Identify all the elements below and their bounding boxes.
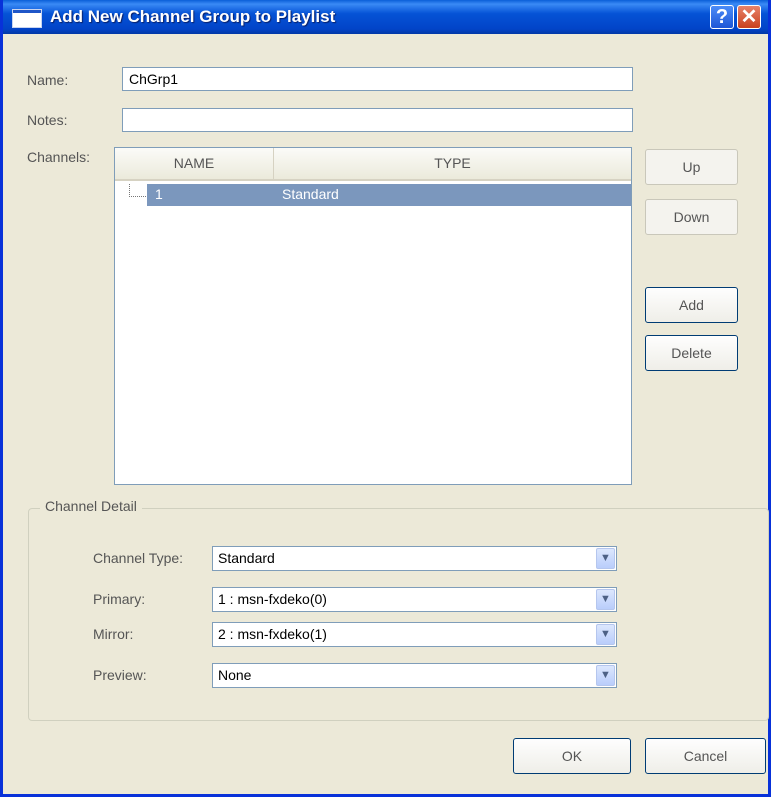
title-bar[interactable]: Add New Channel Group to Playlist ? ✕ xyxy=(3,0,768,34)
ok-button[interactable]: OK xyxy=(513,738,631,774)
window-icon xyxy=(12,9,42,28)
dialog-window: Add New Channel Group to Playlist ? ✕ Na… xyxy=(0,0,771,797)
chevron-down-icon[interactable]: ▼ xyxy=(596,624,615,645)
channel-type-value: Standard xyxy=(218,550,275,566)
preview-label: Preview: xyxy=(93,667,147,683)
mirror-value: 2 : msn-fxdeko(1) xyxy=(218,626,327,642)
window-title: Add New Channel Group to Playlist xyxy=(50,7,336,26)
delete-button[interactable]: Delete xyxy=(645,335,738,371)
mirror-select[interactable]: 2 : msn-fxdeko(1) ▼ xyxy=(212,622,617,647)
primary-label: Primary: xyxy=(93,591,146,607)
help-button[interactable]: ? xyxy=(710,5,734,29)
channel-type-label: Channel Type: xyxy=(93,550,184,566)
column-header-type[interactable]: TYPE xyxy=(274,148,631,179)
row-selection-highlight xyxy=(147,184,631,206)
channel-type-select[interactable]: Standard ▼ xyxy=(212,546,617,571)
up-button[interactable]: Up xyxy=(645,149,738,185)
channels-list[interactable]: NAME TYPE 1 Standard xyxy=(114,147,632,485)
down-button[interactable]: Down xyxy=(645,199,738,235)
channels-label: Channels: xyxy=(27,149,91,165)
close-button[interactable]: ✕ xyxy=(737,5,761,29)
table-row[interactable]: 1 Standard xyxy=(115,184,631,206)
add-button[interactable]: Add xyxy=(645,287,738,323)
chevron-down-icon[interactable]: ▼ xyxy=(596,665,615,686)
channel-detail-title: Channel Detail xyxy=(40,498,142,514)
preview-select[interactable]: None ▼ xyxy=(212,663,617,688)
cancel-button[interactable]: Cancel xyxy=(645,738,766,774)
name-field[interactable]: ChGrp1 xyxy=(122,67,633,91)
chevron-down-icon[interactable]: ▼ xyxy=(596,548,615,569)
row-name-cell: 1 xyxy=(155,186,163,202)
row-type-cell: Standard xyxy=(282,186,339,202)
tree-connector-icon xyxy=(129,184,146,197)
name-label: Name: xyxy=(27,72,69,88)
notes-label: Notes: xyxy=(27,112,68,128)
channel-detail-group xyxy=(28,508,769,721)
chevron-down-icon[interactable]: ▼ xyxy=(596,589,615,610)
mirror-label: Mirror: xyxy=(93,626,134,642)
notes-field[interactable] xyxy=(122,108,633,132)
primary-value: 1 : msn-fxdeko(0) xyxy=(218,591,327,607)
column-header-name[interactable]: NAME xyxy=(115,148,274,179)
primary-select[interactable]: 1 : msn-fxdeko(0) ▼ xyxy=(212,587,617,612)
list-header: NAME TYPE xyxy=(115,148,631,181)
preview-value: None xyxy=(218,667,252,683)
